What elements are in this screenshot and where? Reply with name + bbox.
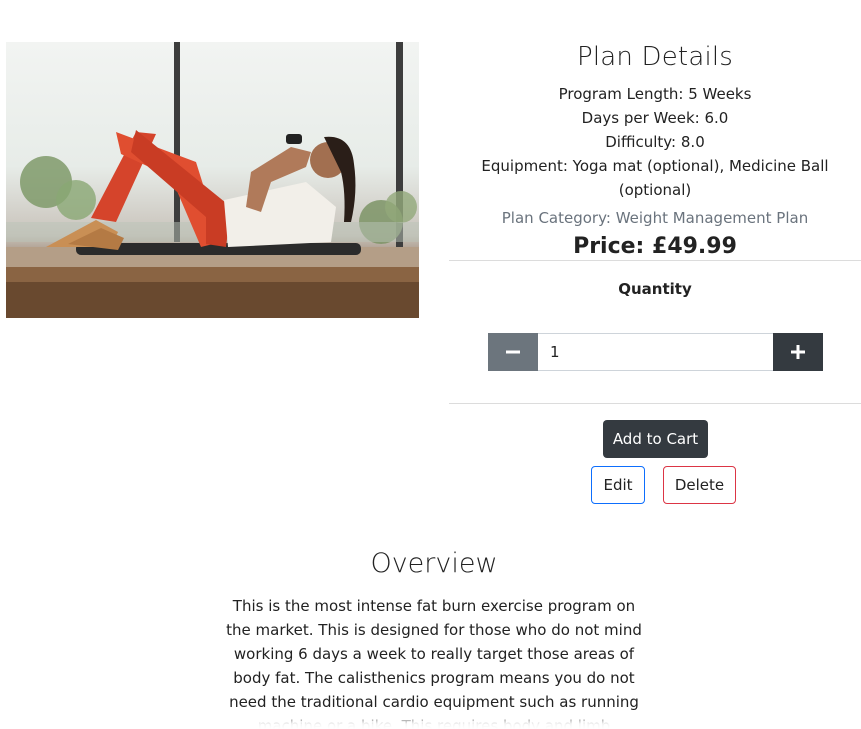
quantity-input[interactable] [538,333,773,371]
divider [449,403,861,404]
plan-category: Plan Category: Weight Management Plan [449,206,861,230]
divider [449,260,861,261]
plus-icon [791,345,805,359]
increment-button[interactable] [773,333,823,371]
edit-button[interactable]: Edit [591,466,645,504]
delete-button[interactable]: Delete [663,466,736,504]
plan-details-panel: Plan Details Program Length: 5 Weeks Day… [449,40,861,259]
plan-details-title: Plan Details [576,42,734,72]
program-length: Program Length: 5 Weeks [558,85,752,103]
quantity-label: Quantity [618,280,692,298]
equipment: Equipment: Yoga mat (optional), Medicine… [481,157,829,199]
plan-image [6,42,419,318]
plan-price: Price: £49.99 [573,234,737,259]
minus-icon [506,350,520,354]
plan-category-link[interactable]: Weight Management Plan [616,209,809,227]
plan-category-label: Plan Category: [501,209,616,227]
difficulty: Difficulty: 8.0 [605,133,705,151]
workout-photo-illustration [6,42,419,318]
quantity-stepper [488,333,823,371]
add-to-cart-button[interactable]: Add to Cart [603,420,708,458]
days-per-week: Days per Week: 6.0 [581,109,729,127]
overview-text: This is the most intense fat burn exerci… [226,597,642,729]
decrement-button[interactable] [488,333,538,371]
page: Plan Details Program Length: 5 Weeks Day… [0,0,861,729]
bottom-fade [0,712,861,729]
overview-title: Overview [370,548,498,579]
